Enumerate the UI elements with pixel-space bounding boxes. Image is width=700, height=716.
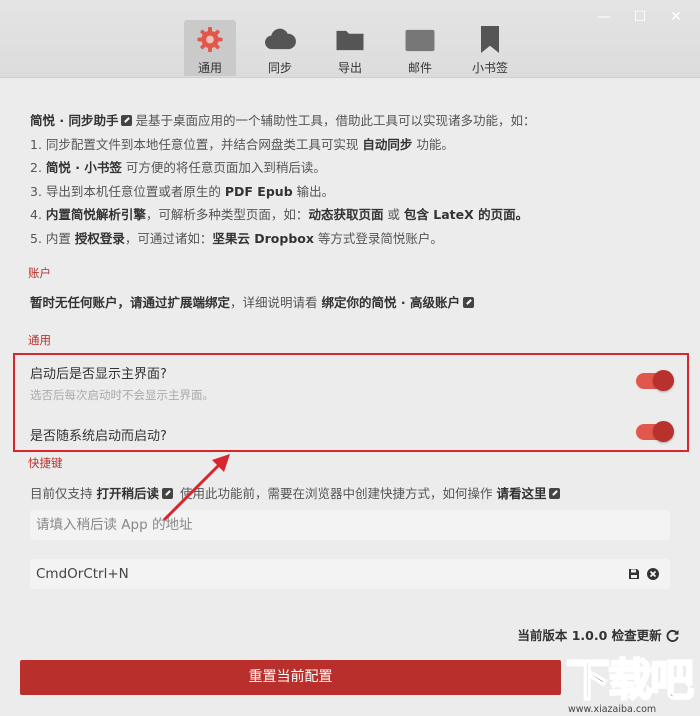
toggle-knob [653, 421, 674, 442]
watermark-logo: 下载吧 [565, 655, 695, 707]
mail-icon [405, 29, 435, 52]
watermark: 下载吧 www.xiazaiba.com [562, 655, 700, 716]
setting-show-main-desc: 选否后每次启动时不会显示主界面。 [30, 388, 214, 402]
reset-config-button[interactable]: 重置当前配置 [20, 660, 561, 695]
tab-label: 邮件 [407, 61, 432, 75]
watermark-url: www.xiazaiba.com [568, 704, 657, 715]
readlater-url-field[interactable] [30, 510, 670, 540]
show-main-toggle[interactable] [636, 370, 674, 391]
external-link-icon[interactable] [462, 297, 474, 308]
close-button[interactable]: ✕ [666, 8, 686, 26]
toggle-knob [653, 370, 674, 391]
tab-general[interactable]: 通用 [184, 20, 236, 76]
setting-show-main-title: 启动后是否显示主界面? [30, 367, 167, 382]
section-heading-account: 账户 [28, 266, 51, 280]
tab-export[interactable]: 导出 [324, 20, 376, 76]
tab-mail[interactable]: 邮件 [394, 20, 446, 76]
settings-tabs: 通用 同步 导出 邮件 小书签 [184, 20, 534, 76]
intro-desc: 是基于桌面应用的一个辅助性工具，借助此工具可以实现诸多功能，如： [135, 113, 536, 128]
tab-label: 通用 [197, 61, 222, 75]
version-label: 当前版本 1.0.0 检查更新 [517, 628, 662, 643]
intro-line-5: 5. 内置 授权登录，可通过诸如：坚果云 Dropbox 等方式登录简悦账户。 [30, 230, 443, 246]
version-info[interactable]: 当前版本 1.0.0 检查更新 [517, 625, 679, 644]
title-bar: — ☐ ✕ 通用 同步 导出 邮件 小书签 [0, 0, 700, 78]
autostart-toggle[interactable] [636, 421, 674, 442]
readlater-url-input[interactable] [36, 510, 670, 540]
cloud-icon [265, 28, 296, 50]
intro-line-4: 4. 内置简悦解析引擎，可解析多种类型页面，如：动态获取页面 或 包含 Late… [30, 207, 529, 222]
intro-text: 简悦 · 同步助手 是基于桌面应用的一个辅助性工具，借助此工具可以实现诸多功能，如… [30, 109, 670, 250]
tab-label: 同步 [267, 61, 292, 75]
annotation-arrow [162, 454, 230, 522]
intro-title: 简悦 · 同步助手 [30, 113, 119, 128]
how-to-link[interactable]: 请看这里 [496, 486, 546, 501]
section-heading-general: 通用 [28, 333, 51, 347]
tab-label: 小书签 [471, 61, 508, 75]
tab-bookmarklet[interactable]: 小书签 [464, 20, 516, 76]
section-heading-shortcut: 快捷键 [28, 456, 63, 470]
save-icon[interactable] [628, 568, 640, 580]
shortcut-info: 目前仅支持 打开稍后读 使用此功能前，需要在浏览器中创建快捷方式，如何操作 请看… [30, 483, 563, 502]
intro-line-2: 2. 简悦 · 小书签 可方便的将任意页面加入到稍后读。 [30, 160, 326, 175]
refresh-icon[interactable] [666, 629, 679, 642]
minimize-button[interactable]: — [594, 8, 614, 26]
bookmark-icon [481, 26, 499, 53]
tab-label: 导出 [337, 61, 362, 75]
clear-icon[interactable] [647, 568, 659, 580]
external-link-icon[interactable] [549, 488, 561, 499]
external-link-icon[interactable] [121, 115, 133, 126]
intro-line-3: 3. 导出到本机任意位置或者原生的 PDF Epub 输出。 [30, 183, 335, 199]
hotkey-field[interactable]: CmdOrCtrl+N [30, 559, 670, 589]
folder-icon [336, 30, 364, 51]
setting-autostart-title: 是否随系统启动而启动? [30, 429, 167, 444]
hotkey-value: CmdOrCtrl+N [36, 566, 129, 582]
maximize-button[interactable]: ☐ [630, 8, 650, 26]
tab-sync[interactable]: 同步 [254, 20, 306, 76]
intro-line-1: 1. 同步配置文件到本地任意位置，并结合网盘类工具可实现 自动同步 功能。 [30, 136, 454, 152]
gear-icon [197, 26, 223, 53]
account-link[interactable]: 绑定你的简悦 · 高级账户 [322, 295, 460, 310]
account-info: 暂时无任何账户，请通过扩展端绑定，详细说明请看 绑定你的简悦 · 高级账户 [30, 292, 477, 311]
